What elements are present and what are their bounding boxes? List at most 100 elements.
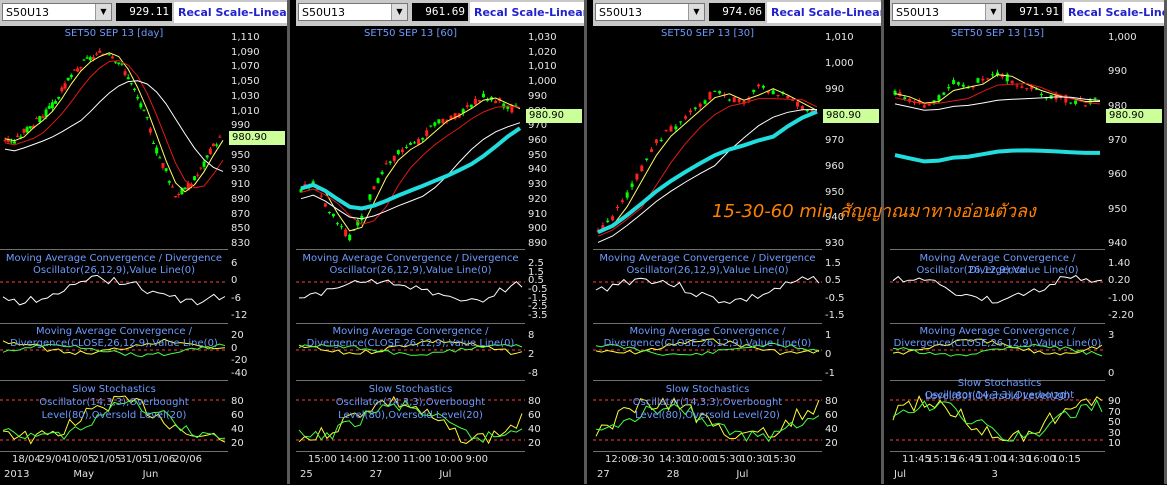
axis-tick-label: 960	[528, 135, 548, 146]
candle-body	[107, 54, 111, 56]
candle-body	[1010, 80, 1014, 84]
time-tick-label: 11/06	[146, 454, 176, 465]
candle-body	[98, 50, 102, 53]
candle-body	[73, 69, 77, 71]
macd2-title: Moving Average Convergence /	[332, 326, 489, 337]
ma-mid-line	[894, 82, 1101, 105]
candle-body	[129, 83, 133, 85]
axis-tick-label: -20	[231, 355, 248, 367]
candle-body	[170, 186, 174, 188]
annotation-text: 15-30-60 min สัญญาณมาทางอ่อนตัวลง	[712, 201, 1036, 222]
candle-body	[174, 195, 178, 198]
macd2-title: Moving Average Convergence /	[629, 326, 786, 337]
macd-title: Moving Average Convergence / Divergence	[302, 253, 519, 264]
stoch-axis: 90 70 50 30 10	[1104, 396, 1162, 450]
chart-panel-2[interactable]: S50U13 ▼ 961.69 Recal Scale-Linear SET50 SEP…	[296, 0, 587, 484]
macd2-pane-border	[890, 323, 1105, 324]
macd-title: Moving Average Convergence / Divergence	[5, 253, 223, 264]
candle-body	[202, 161, 206, 167]
candle-body	[388, 161, 392, 163]
ma-fast-line	[4, 52, 224, 193]
macd-subtitle: Oscillator(26,12,9),Value Line(0)	[329, 265, 492, 276]
candle-body	[437, 119, 441, 124]
candle-body	[9, 141, 13, 143]
axis-tick-label: 960	[825, 160, 845, 172]
axis-tick-label: 30	[1108, 427, 1121, 439]
time-tick-label: 10/05	[65, 454, 95, 465]
axis-tick-label: 3	[1108, 330, 1115, 341]
axis-tick-label: 1,000	[1108, 32, 1137, 43]
chart-panel-1[interactable]: S50U13 ▼ 929.11 Recal Scale-Linear SET50 SEP…	[0, 0, 290, 484]
candle-body	[976, 78, 980, 83]
candle-body	[319, 195, 323, 197]
candle-body	[340, 226, 344, 228]
candle-body	[752, 89, 756, 92]
candle-body	[693, 107, 697, 109]
candle-body	[698, 103, 702, 107]
candle-body	[66, 77, 70, 81]
stoch-subtitle-2: Level(80),Oversold Level(20)	[635, 410, 780, 421]
candle-body	[477, 100, 481, 102]
chart-panel-3[interactable]: S50U13 ▼ 974.06 Recal Scale-Linear SET50 SEP…	[593, 0, 884, 484]
chart-panel-4[interactable]: S50U13▼971.91Recal Scale-LinearSET50 SEP…	[890, 0, 1167, 484]
stoch-subtitle-2: Level(80),Oversold Level(20)	[41, 410, 187, 421]
time-axis: 15:00 14:00 12:00 11:00 10:00 9:00 25 27 Jul	[296, 451, 525, 485]
candle-body	[35, 118, 39, 120]
candle-body	[469, 104, 473, 108]
indicator-line	[892, 395, 1103, 443]
candle-body	[126, 77, 130, 80]
axis-tick-label: 0	[231, 342, 238, 354]
macd-axis: 6 0 -6 -12	[227, 258, 285, 322]
axis-tick-label: 970	[825, 135, 845, 146]
candle-body	[215, 144, 219, 146]
axis-tick-label: 1,000	[528, 76, 557, 88]
candle-body	[409, 142, 412, 145]
axis-tick-label: 80	[825, 396, 838, 407]
candle-body	[16, 135, 20, 137]
candle-body	[208, 148, 212, 155]
axis-tick-label: 940	[528, 164, 548, 176]
axis-tick-label: 0.5	[825, 275, 841, 287]
axis-tick-label: 20	[231, 330, 244, 341]
axis-tick-label: 1,090	[231, 46, 260, 58]
last-price-label: 980.90	[823, 109, 879, 123]
candle-body	[57, 96, 61, 99]
time-tick-label: 12:00	[371, 454, 400, 465]
candle-body	[429, 125, 433, 127]
candle-body	[88, 57, 92, 61]
axis-tick-label: 1,010	[231, 105, 260, 117]
candle-body	[183, 187, 187, 190]
candle-body	[727, 99, 731, 101]
candle-body	[713, 90, 717, 92]
axis-tick-label: 930	[825, 238, 845, 249]
axis-tick-label: -2.20	[1108, 310, 1134, 321]
axis-tick-label: 90	[1108, 396, 1121, 407]
date-tick-label: Jul	[439, 469, 452, 480]
macd-pane-border	[593, 249, 822, 250]
macd2-subtitle: Divergence(CLOSE,26,12,9),Value Line(0)	[893, 338, 1102, 349]
axis-tick-label: 1,050	[231, 76, 260, 88]
macd-axis: 1.5 0.5 -0.5 -1.5	[821, 258, 879, 322]
candle-body	[95, 53, 99, 55]
axis-tick-label: 1	[825, 330, 832, 341]
candle-body	[193, 176, 197, 181]
axis-tick-label: 80	[231, 396, 244, 407]
candle-body	[718, 91, 722, 94]
stoch-subtitle: Oscillator(14,3,3),Overbought	[39, 397, 189, 408]
indicator-line	[2, 274, 226, 306]
time-tick-label: 15:00	[308, 454, 337, 465]
candle-body	[205, 155, 209, 158]
macd2-axis: 8 2 -8	[524, 330, 582, 380]
candle-body	[82, 59, 86, 61]
candle-body	[327, 211, 331, 213]
time-tick-label: 11:00	[402, 454, 432, 465]
candle-body	[218, 136, 222, 138]
axis-tick-label: 890	[528, 238, 548, 249]
candle-body	[688, 110, 692, 113]
candle-body	[114, 61, 118, 63]
candle-body	[615, 207, 619, 209]
axis-tick-label: 8	[528, 330, 535, 341]
candle-body	[133, 88, 137, 91]
axis-tick-label: 950	[1108, 203, 1128, 215]
macd-axis: 1.40 0.20 -1.00 -2.20	[1104, 258, 1162, 322]
